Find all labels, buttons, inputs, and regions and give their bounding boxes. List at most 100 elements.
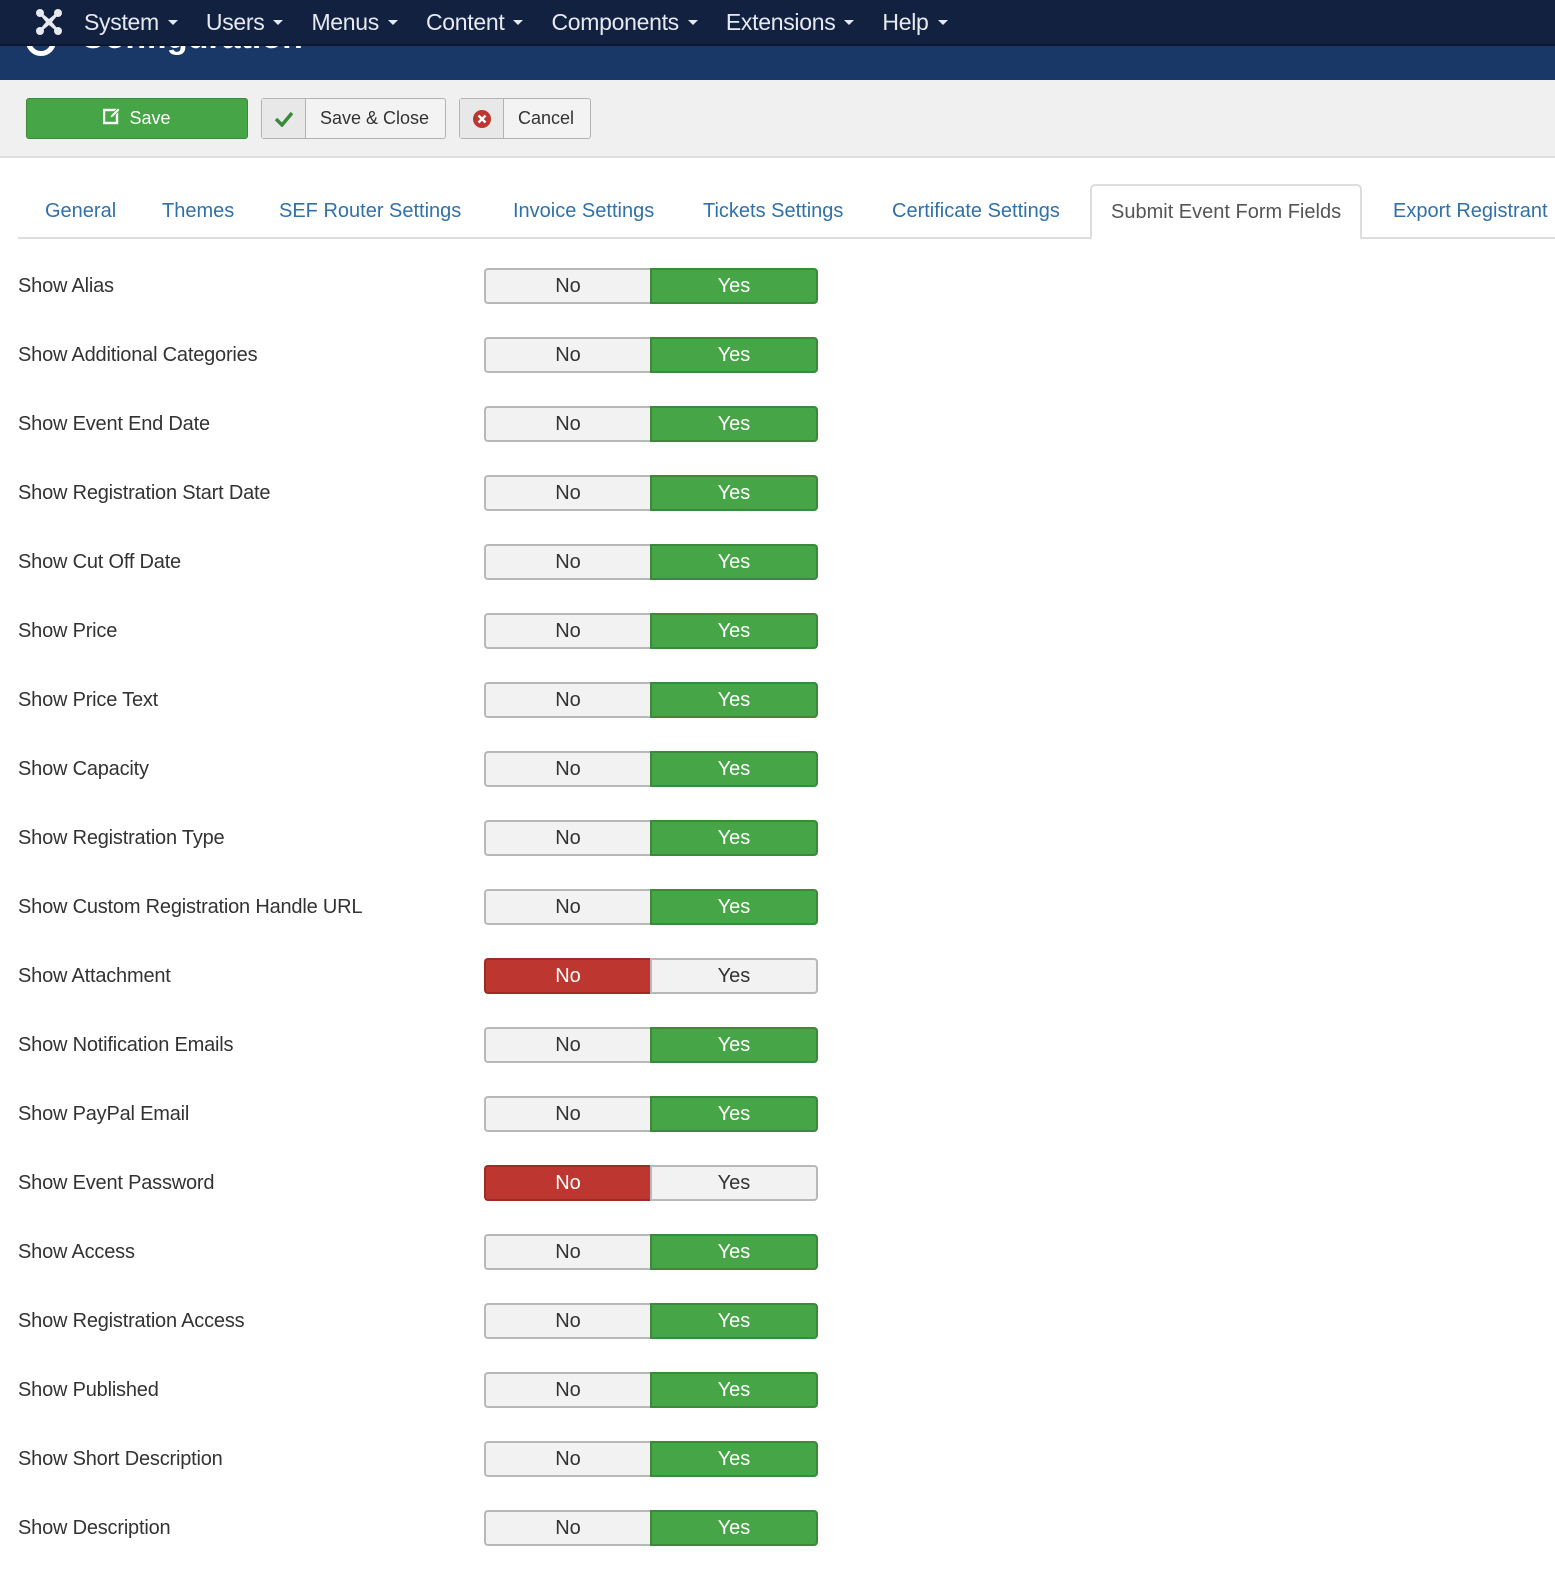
setting-row: Show Price Text No Yes [0,682,1555,751]
nav-users-label: Users [205,8,265,35]
toggle-option-no[interactable]: No [484,1441,650,1477]
toggle-option-no[interactable]: No [484,958,650,994]
setting-row: Show Registration Type No Yes [0,820,1555,889]
toggle-option-yes[interactable]: Yes [650,751,818,787]
nav-help-label: Help [882,8,929,35]
toggle-option-no[interactable]: No [484,751,650,787]
toggle-option-no[interactable]: No [484,337,650,373]
tab-submit-event-form-fields[interactable]: Submit Event Form Fields [1090,184,1363,240]
yes-no-toggle: No Yes [484,544,818,580]
yes-no-toggle: No Yes [484,1510,818,1546]
setting-label: Show Additional Categories [18,344,258,366]
toggle-option-yes[interactable]: Yes [650,1096,818,1132]
save-close-label: Save & Close [320,108,430,128]
tab-invoice-settings[interactable]: Invoice Settings [494,184,673,239]
tab-general[interactable]: General [26,184,135,239]
toggle-option-no[interactable]: No [484,268,650,304]
setting-row: Show PayPal Email No Yes [0,1096,1555,1165]
tab-themes[interactable]: Themes [143,184,253,239]
toggle-option-yes[interactable]: Yes [650,1303,818,1339]
yes-no-toggle: No Yes [484,1441,818,1477]
nav-help[interactable]: Help [882,8,948,36]
top-navbar: System Users Menus Content Components Ex… [0,0,1555,46]
cancel-button[interactable]: Cancel [459,98,592,139]
toggle-option-no[interactable]: No [484,1303,650,1339]
toggle-option-no[interactable]: No [484,1096,650,1132]
setting-label: Show Registration Type [18,827,225,849]
tab-tickets-settings[interactable]: Tickets Settings [684,184,862,239]
nav-content[interactable]: Content [426,9,524,36]
toggle-option-no[interactable]: No [484,682,650,718]
toggle-option-no[interactable]: No [484,1372,650,1408]
nav-system[interactable]: System [84,9,178,36]
setting-label: Show Event Password [18,1172,215,1194]
yes-no-toggle: No Yes [484,1027,818,1063]
setting-label: Show Registration Start Date [18,482,271,504]
toggle-option-yes[interactable]: Yes [650,958,818,994]
toggle-option-yes[interactable]: Yes [650,1441,818,1477]
toggle-option-yes[interactable]: Yes [650,475,818,511]
edit-icon [103,107,122,130]
setting-label: Show PayPal Email [18,1103,190,1125]
toggle-option-no[interactable]: No [484,1234,650,1270]
nav-components-label: Components [551,8,679,35]
caret-down-icon [687,19,698,25]
setting-label: Show Alias [18,275,114,297]
caret-down-icon [844,19,855,25]
save-button[interactable]: Save [26,98,248,139]
toggle-option-no[interactable]: No [484,1027,650,1063]
setting-label: Show Cut Off Date [18,551,181,573]
setting-row: Show Cut Off Date No Yes [0,544,1555,613]
toggle-option-no[interactable]: No [484,1165,650,1201]
nav-extensions-label: Extensions [725,8,836,35]
toggle-option-yes[interactable]: Yes [650,820,818,856]
toggle-option-no[interactable]: No [484,475,650,511]
toggle-option-yes[interactable]: Yes [650,1510,818,1546]
yes-no-toggle: No Yes [484,958,818,994]
toggle-option-yes[interactable]: Yes [650,406,818,442]
setting-row: Show Capacity No Yes [0,751,1555,820]
setting-label: Show Price [18,620,118,642]
tab-certificate-settings[interactable]: Certificate Settings [873,184,1079,239]
toggle-option-yes[interactable]: Yes [650,682,818,718]
toggle-option-yes[interactable]: Yes [650,337,818,373]
caret-down-icon [273,19,284,25]
toggle-option-no[interactable]: No [484,613,650,649]
yes-no-toggle: No Yes [484,1372,818,1408]
settings-tabs: General Themes SEF Router Settings Invoi… [18,184,1555,240]
toggle-option-no[interactable]: No [484,1510,650,1546]
save-close-button[interactable]: Save & Close [261,98,447,139]
setting-row: Show Notification Emails No Yes [0,1027,1555,1096]
setting-row: Show Short Description No Yes [0,1441,1555,1510]
tab-export-registrant[interactable]: Export Registrant [1374,184,1555,239]
yes-no-toggle: No Yes [484,820,818,856]
setting-label: Show Price Text [18,689,159,711]
toggle-option-yes[interactable]: Yes [650,1372,818,1408]
setting-label: Show Attachment [18,965,171,987]
setting-label: Show Short Description [18,1448,223,1470]
toggle-option-yes[interactable]: Yes [650,1165,818,1201]
toggle-option-yes[interactable]: Yes [650,613,818,649]
toggle-option-yes[interactable]: Yes [650,268,818,304]
setting-label: Show Published [18,1379,159,1401]
toggle-option-yes[interactable]: Yes [650,1027,818,1063]
caret-down-icon [388,19,398,25]
nav-menus[interactable]: Menus [311,9,398,36]
toggle-option-no[interactable]: No [484,889,650,925]
nav-extensions[interactable]: Extensions [726,9,855,36]
toggle-option-yes[interactable]: Yes [650,889,818,925]
toggle-option-no[interactable]: No [484,544,650,580]
setting-label: Show Event End Date [18,413,210,435]
joomla-logo-icon[interactable] [34,7,64,37]
toggle-option-yes[interactable]: Yes [650,1234,818,1270]
yes-no-toggle: No Yes [484,268,818,304]
toggle-option-yes[interactable]: Yes [650,544,818,580]
toggle-option-no[interactable]: No [484,406,650,442]
tab-sef-router-settings[interactable]: SEF Router Settings [260,184,480,239]
yes-no-toggle: No Yes [484,337,818,373]
toggle-option-no[interactable]: No [484,820,650,856]
yes-no-toggle: No Yes [484,682,818,718]
nav-components[interactable]: Components [551,8,698,36]
nav-system-label: System [84,8,159,35]
nav-users[interactable]: Users [206,9,284,36]
